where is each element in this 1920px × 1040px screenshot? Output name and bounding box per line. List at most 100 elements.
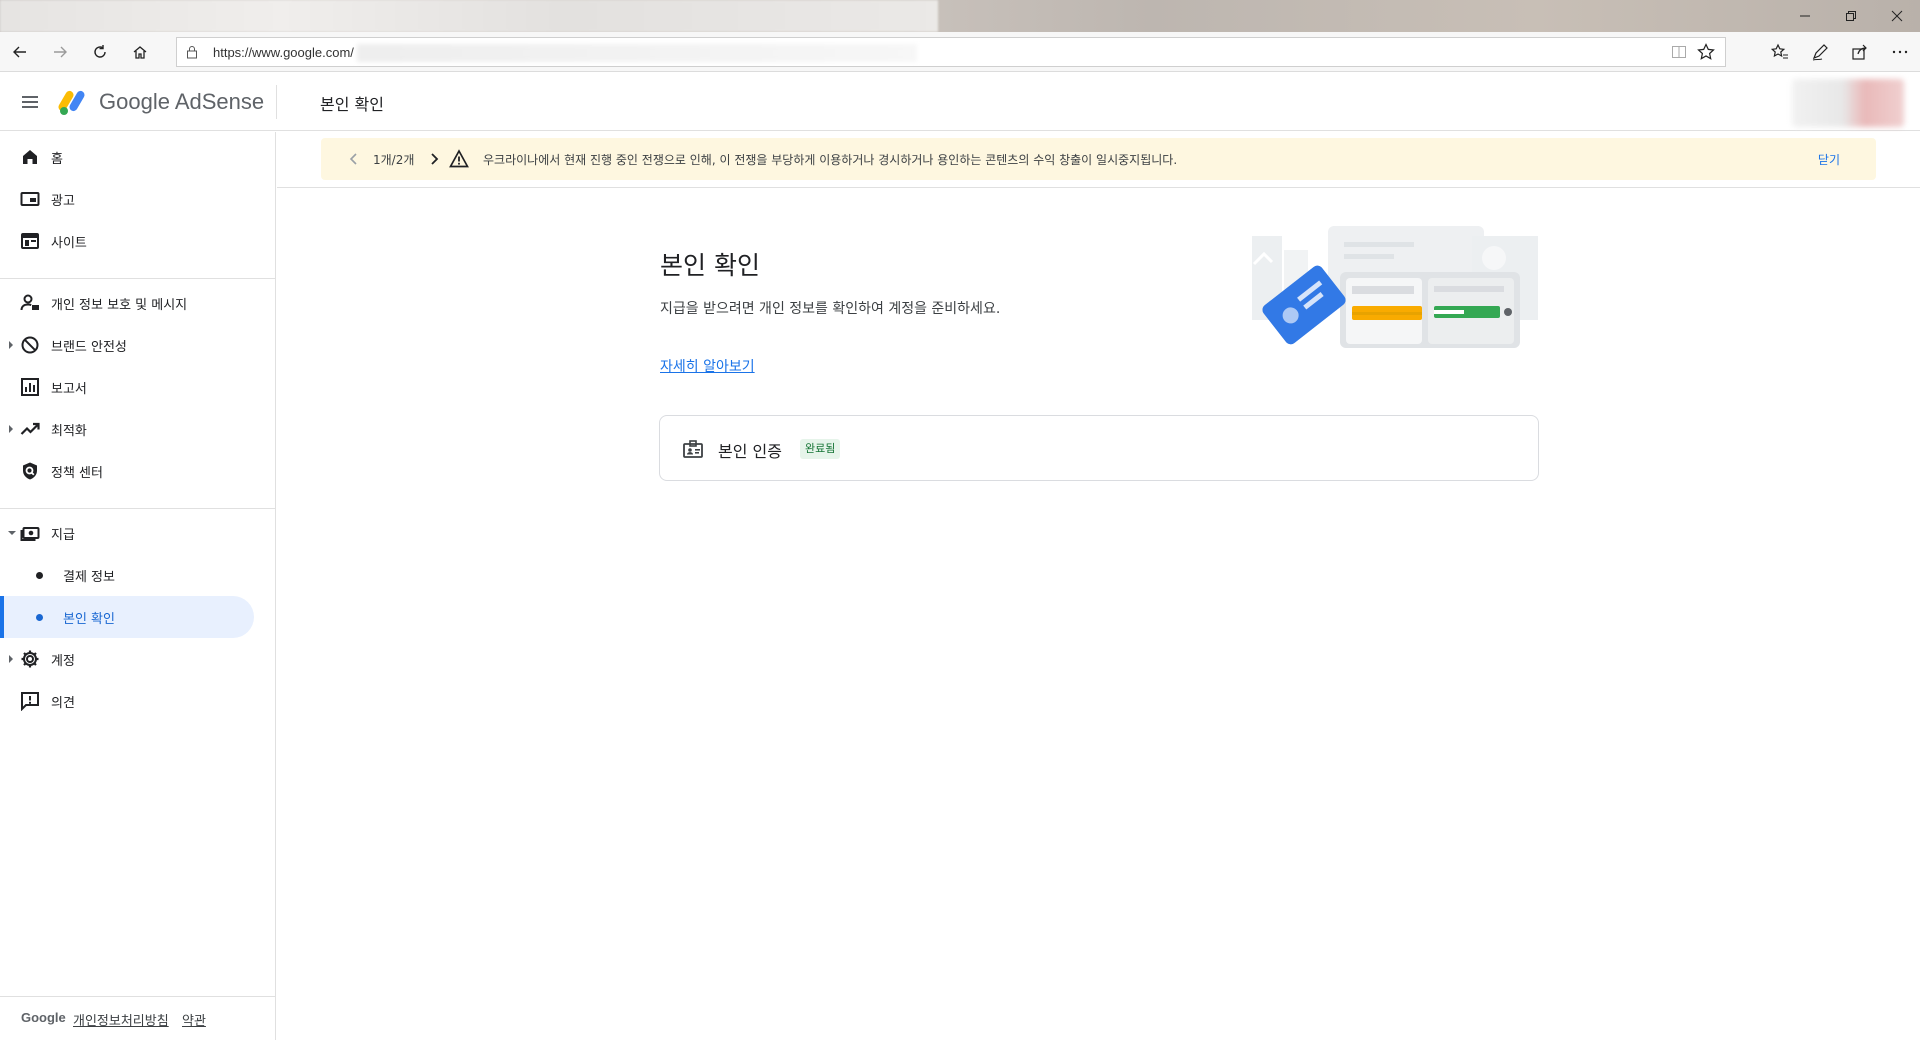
sidebar-item-label: 브랜드 안전성 [51,340,127,355]
browser-home-icon [133,46,147,59]
expand-caret-icon[interactable] [9,341,13,349]
block-icon [21,336,39,354]
address-bar[interactable]: https://www.google.com/ [176,37,1726,67]
sidebar-item-sites[interactable]: 사이트 [0,220,276,262]
expand-caret-icon[interactable] [9,655,13,663]
expand-caret-icon[interactable] [9,425,13,433]
sidebar-item-policy-center[interactable]: 정책 센터 [0,450,276,492]
browser-tab-strip[interactable] [0,0,938,32]
sidebar-item-payments[interactable]: 지급 [0,512,276,554]
identity-verification-label: 본인 인증 [718,442,782,461]
notification-banner: 1개/2개 우크라이나에서 현재 진행 중인 전쟁으로 인해, 이 전쟁을 부당… [321,138,1876,180]
active-indicator [0,596,4,638]
app-logo-text[interactable]: Google AdSense [99,89,264,115]
account-avatar[interactable] [1792,79,1904,127]
browser-toolbar: https://www.google.com/ [0,32,1920,72]
home-button[interactable] [120,32,160,72]
notes-button[interactable] [1800,32,1840,72]
footer-google-brand: Google [21,1010,66,1025]
feedback-icon [21,692,39,711]
app-header: Google AdSense 본인 확인 [0,73,1920,131]
sidebar-subitem-identity-verification[interactable]: 본인 확인 [0,596,276,638]
back-button[interactable] [0,32,40,72]
sidebar-item-home[interactable]: 홈 [0,136,276,178]
collapse-caret-icon[interactable] [8,531,16,535]
more-button[interactable] [1880,32,1920,72]
sidebar-item-label: 개인 정보 보호 및 메시지 [51,298,188,313]
reading-view-icon[interactable] [1671,44,1687,60]
restore-button[interactable] [1828,0,1874,32]
refresh-button[interactable] [80,32,120,72]
page-header-title: 본인 확인 [320,95,384,114]
sidebar-item-ads[interactable]: 광고 [0,178,276,220]
sidebar-item-label: 사이트 [51,236,87,251]
payments-icon [20,527,40,541]
url-text[interactable]: https://www.google.com/ [213,45,354,60]
learn-more-link[interactable]: 자세히 알아보기 [660,356,755,376]
sidebar-item-label: 최적화 [51,424,87,439]
forward-button[interactable] [40,32,80,72]
report-icon [21,378,39,396]
star-icon[interactable] [1697,43,1715,61]
gear-icon [21,650,39,668]
banner-close-button[interactable]: 닫기 [1818,151,1840,168]
privacy-policy-link[interactable]: 개인정보처리방침 [73,1010,169,1029]
adsense-logo-icon [58,87,90,117]
restore-icon [1846,11,1856,21]
refresh-icon [94,45,106,58]
sidebar-item-label: 지급 [51,528,75,543]
home-icon [23,150,37,164]
window-controls [1782,0,1920,32]
policy-icon [23,462,37,480]
minimize-button[interactable] [1782,0,1828,32]
sidebar-item-account[interactable]: 계정 [0,638,276,680]
banner-message: 우크라이나에서 현재 진행 중인 전쟁으로 인해, 이 전쟁을 부당하게 이용하… [483,153,1178,167]
warning-icon [449,149,469,168]
favorites-list-icon [1771,43,1788,59]
chevron-right-icon[interactable] [427,152,441,166]
browser-title-bar [0,0,1920,32]
id-badge-icon [683,440,703,458]
identity-card-illustration-icon [1252,226,1538,348]
sidebar-subitem-label: 본인 확인 [63,612,115,627]
lock-icon [187,46,197,59]
status-badge: 완료됨 [800,439,841,459]
url-redacted [357,44,917,62]
menu-button[interactable] [18,90,42,114]
bullet-dot [36,614,43,621]
sidebar-item-privacy[interactable]: 개인 정보 보호 및 메시지 [0,282,276,324]
close-window-button[interactable] [1874,0,1920,32]
sidebar-divider [0,278,276,279]
share-button[interactable] [1840,32,1880,72]
sidebar-divider [0,508,276,509]
bullet-dot [36,572,43,579]
ads-icon [20,192,40,206]
sites-icon [21,233,39,249]
sidebar-item-feedback[interactable]: 의견 [0,680,276,722]
sidebar-item-label: 계정 [51,654,75,669]
arrow-right-icon [54,46,67,58]
sidebar-item-label: 의견 [51,696,75,711]
sidebar-subitem-label: 결제 정보 [63,570,115,585]
close-icon [1891,10,1903,22]
notification-area: 1개/2개 우크라이나에서 현재 진행 중인 전쟁으로 인해, 이 전쟁을 부당… [277,132,1920,188]
arrow-left-icon [13,46,26,58]
terms-link[interactable]: 약관 [182,1010,206,1029]
sidebar-item-brand-safety[interactable]: 브랜드 안전성 [0,324,276,366]
privacy-icon [20,294,39,311]
chevron-left-icon[interactable] [347,152,361,166]
sidebar-item-label: 보고서 [51,382,87,397]
identity-verification-card[interactable]: 본인 인증 완료됨 [659,415,1539,481]
page-title: 본인 확인 [660,251,760,280]
favorites-button[interactable] [1760,32,1800,72]
sidebar-nav: 홈 광고 사이트 개인 정보 보호 및 메시지 브랜드 안전성 보고서 최적화 … [0,132,276,1040]
minimize-icon [1800,15,1810,17]
header-divider [276,85,277,119]
sidebar-item-reports[interactable]: 보고서 [0,366,276,408]
sidebar-subitem-payment-info[interactable]: 결제 정보 [0,554,276,596]
menu-icon [22,96,38,108]
pen-icon [1812,44,1828,61]
sidebar-item-optimization[interactable]: 최적화 [0,408,276,450]
banner-counter: 1개/2개 [373,153,415,167]
trending-icon [20,422,40,435]
